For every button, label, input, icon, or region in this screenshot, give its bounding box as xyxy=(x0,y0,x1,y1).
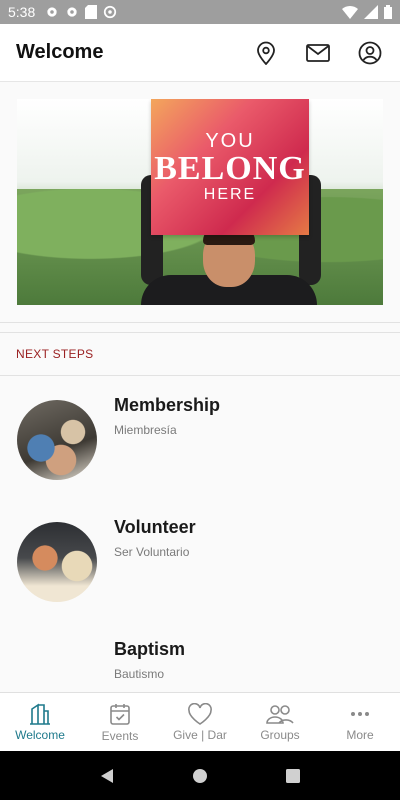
list-item-title: Membership xyxy=(114,395,221,415)
mail-icon xyxy=(306,43,330,62)
settings-icon xyxy=(67,7,77,17)
system-navigation-bar xyxy=(0,751,400,800)
app-bar: Welcome xyxy=(0,24,400,82)
settings-icon xyxy=(47,7,57,17)
tab-events[interactable]: Events xyxy=(80,693,160,751)
section-title: NEXT STEPS xyxy=(16,347,94,361)
more-dots-icon xyxy=(351,711,369,716)
tab-label: Welcome xyxy=(15,727,65,742)
next-steps-header: NEXT STEPS xyxy=(0,333,400,375)
divider xyxy=(0,322,400,323)
tab-label: Give | Dar xyxy=(173,727,227,742)
sign-line-2: BELONG xyxy=(154,150,306,188)
home-icon[interactable] xyxy=(192,768,208,784)
volunteer-thumbnail xyxy=(17,522,97,602)
tab-label: More xyxy=(346,727,374,742)
list-item-subtitle: Bautismo xyxy=(114,667,165,681)
tab-label: Groups xyxy=(260,727,300,742)
status-time: 5:38 xyxy=(8,4,36,20)
page-title: Welcome xyxy=(16,41,104,63)
messages-button[interactable] xyxy=(304,39,332,67)
list-item-volunteer[interactable]: Volunteer Ser Voluntario xyxy=(0,498,400,620)
membership-thumbnail xyxy=(17,400,97,480)
tab-welcome[interactable]: Welcome xyxy=(0,693,80,751)
status-system-icons xyxy=(342,5,392,19)
list-item-subtitle: Miembresía xyxy=(114,423,177,437)
signal-icon xyxy=(364,5,378,19)
battery-icon xyxy=(384,5,392,19)
tab-give[interactable]: Give | Dar xyxy=(160,693,240,751)
hero-section: YOU BELONG HERE xyxy=(0,82,400,322)
tab-label: Events xyxy=(101,728,139,743)
wifi-icon xyxy=(342,6,358,19)
app-screen: 5:38 Welcome YOU BELONG HERE NEXT STEPS … xyxy=(0,0,400,800)
location-button[interactable] xyxy=(252,39,280,67)
tab-groups[interactable]: Groups xyxy=(240,693,320,751)
bottom-navigation: Welcome Events Give | Dar Groups More xyxy=(0,692,400,751)
list-item-title: Volunteer xyxy=(114,517,196,537)
list-item-title: Baptism xyxy=(114,639,186,659)
building-icon xyxy=(30,703,50,725)
sign-line-3: HERE xyxy=(203,185,257,203)
list-item-baptism[interactable]: Baptism Bautismo xyxy=(0,620,400,692)
next-steps-list: Membership Miembresía Volunteer Ser Volu… xyxy=(0,376,400,692)
hero-image[interactable]: YOU BELONG HERE xyxy=(17,99,383,305)
account-icon xyxy=(358,41,382,64)
sync-icon xyxy=(104,5,117,19)
list-item-subtitle: Ser Voluntario xyxy=(114,545,190,559)
tab-more[interactable]: More xyxy=(320,693,400,751)
people-icon xyxy=(266,704,294,724)
sd-card-icon xyxy=(85,5,98,19)
sign-line-1: YOU xyxy=(205,130,255,153)
app-bar-actions xyxy=(252,39,384,67)
hero-person xyxy=(121,175,335,305)
location-pin-icon xyxy=(257,41,275,65)
list-item-membership[interactable]: Membership Miembresía xyxy=(0,376,400,498)
heart-icon xyxy=(188,702,212,725)
calendar-icon xyxy=(110,703,130,725)
status-notification-icons xyxy=(45,5,117,19)
hero-sign: YOU BELONG HERE xyxy=(151,99,309,235)
back-icon[interactable] xyxy=(99,768,115,784)
profile-button[interactable] xyxy=(356,39,384,67)
status-bar: 5:38 xyxy=(0,0,400,24)
recents-icon[interactable] xyxy=(285,768,301,784)
